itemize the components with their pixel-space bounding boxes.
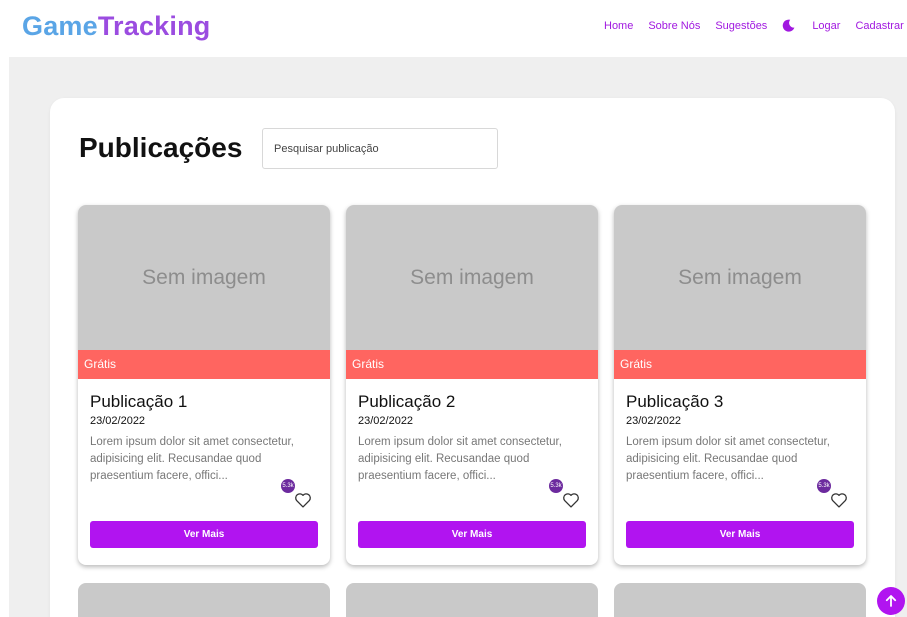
card-title: Publicação 3 — [626, 392, 724, 411]
publication-card-partial — [78, 583, 330, 617]
publication-card: Sem imagem Grátis Publicação 2 23/02/202… — [346, 205, 598, 565]
nav-login-link[interactable]: Logar — [812, 20, 840, 32]
card-description: Lorem ipsum dolor sit amet consectetur, … — [626, 436, 830, 482]
card-image-text: Sem imagem — [678, 265, 802, 289]
card-image-text: Sem imagem — [410, 265, 534, 289]
nav-links: Home Sobre Nós Sugestões Logar Cadastrar — [604, 19, 907, 32]
arrow-up-icon[interactable] — [877, 587, 905, 615]
brand-logo[interactable]: GameTracking — [22, 11, 211, 42]
nav-register-link[interactable]: Cadastrar — [855, 20, 903, 32]
card-date: 23/02/2022 — [358, 415, 414, 427]
navbar: GameTracking Home Sobre Nós Sugestões Lo… — [0, 0, 907, 57]
search-input[interactable] — [262, 128, 498, 169]
nav-suggestions-link[interactable]: Sugestões — [715, 20, 767, 32]
card-description: Lorem ipsum dolor sit amet consectetur, … — [358, 436, 562, 482]
publication-card: Sem imagem Grátis Publicação 3 23/02/202… — [614, 205, 866, 565]
publication-card-partial — [614, 583, 866, 617]
card-price-tag: Grátis — [78, 350, 330, 379]
page-title: Publicações — [79, 132, 243, 163]
likes-count-badge: 5.3k — [549, 479, 563, 493]
moon-icon[interactable] — [782, 19, 795, 32]
card-date: 23/02/2022 — [626, 415, 682, 427]
heart-icon[interactable] — [294, 492, 312, 508]
nav-home-link[interactable]: Home — [604, 20, 633, 32]
card-price-tag: Grátis — [346, 350, 598, 379]
card-date: 23/02/2022 — [90, 415, 146, 427]
card-title: Publicação 2 — [358, 392, 456, 411]
card-image-text: Sem imagem — [142, 265, 266, 289]
likes-count-badge: 5.3k — [817, 479, 831, 493]
publications-panel: Publicações Sem imagem Grátis Publicação… — [50, 98, 895, 617]
brand-part1: Game — [22, 11, 98, 41]
see-more-button[interactable]: Ver Mais — [358, 521, 586, 548]
likes-count-badge: 5.3k — [281, 479, 295, 493]
card-image-placeholder: Sem imagem — [346, 205, 598, 350]
main-area: Publicações Sem imagem Grátis Publicação… — [9, 57, 907, 617]
publication-card: Sem imagem Grátis Publicação 1 23/02/202… — [78, 205, 330, 565]
card-description: Lorem ipsum dolor sit amet consectetur, … — [90, 436, 294, 482]
card-title: Publicação 1 — [90, 392, 188, 411]
card-image-placeholder: Sem imagem — [78, 205, 330, 350]
nav-about-link[interactable]: Sobre Nós — [648, 20, 700, 32]
card-image-placeholder: Sem imagem — [614, 205, 866, 350]
publication-card-partial — [346, 583, 598, 617]
brand-part2: Tracking — [97, 11, 211, 41]
card-price-tag: Grátis — [614, 350, 866, 379]
heart-icon[interactable] — [562, 492, 580, 508]
heart-icon[interactable] — [830, 492, 848, 508]
see-more-button[interactable]: Ver Mais — [626, 521, 854, 548]
see-more-button[interactable]: Ver Mais — [90, 521, 318, 548]
